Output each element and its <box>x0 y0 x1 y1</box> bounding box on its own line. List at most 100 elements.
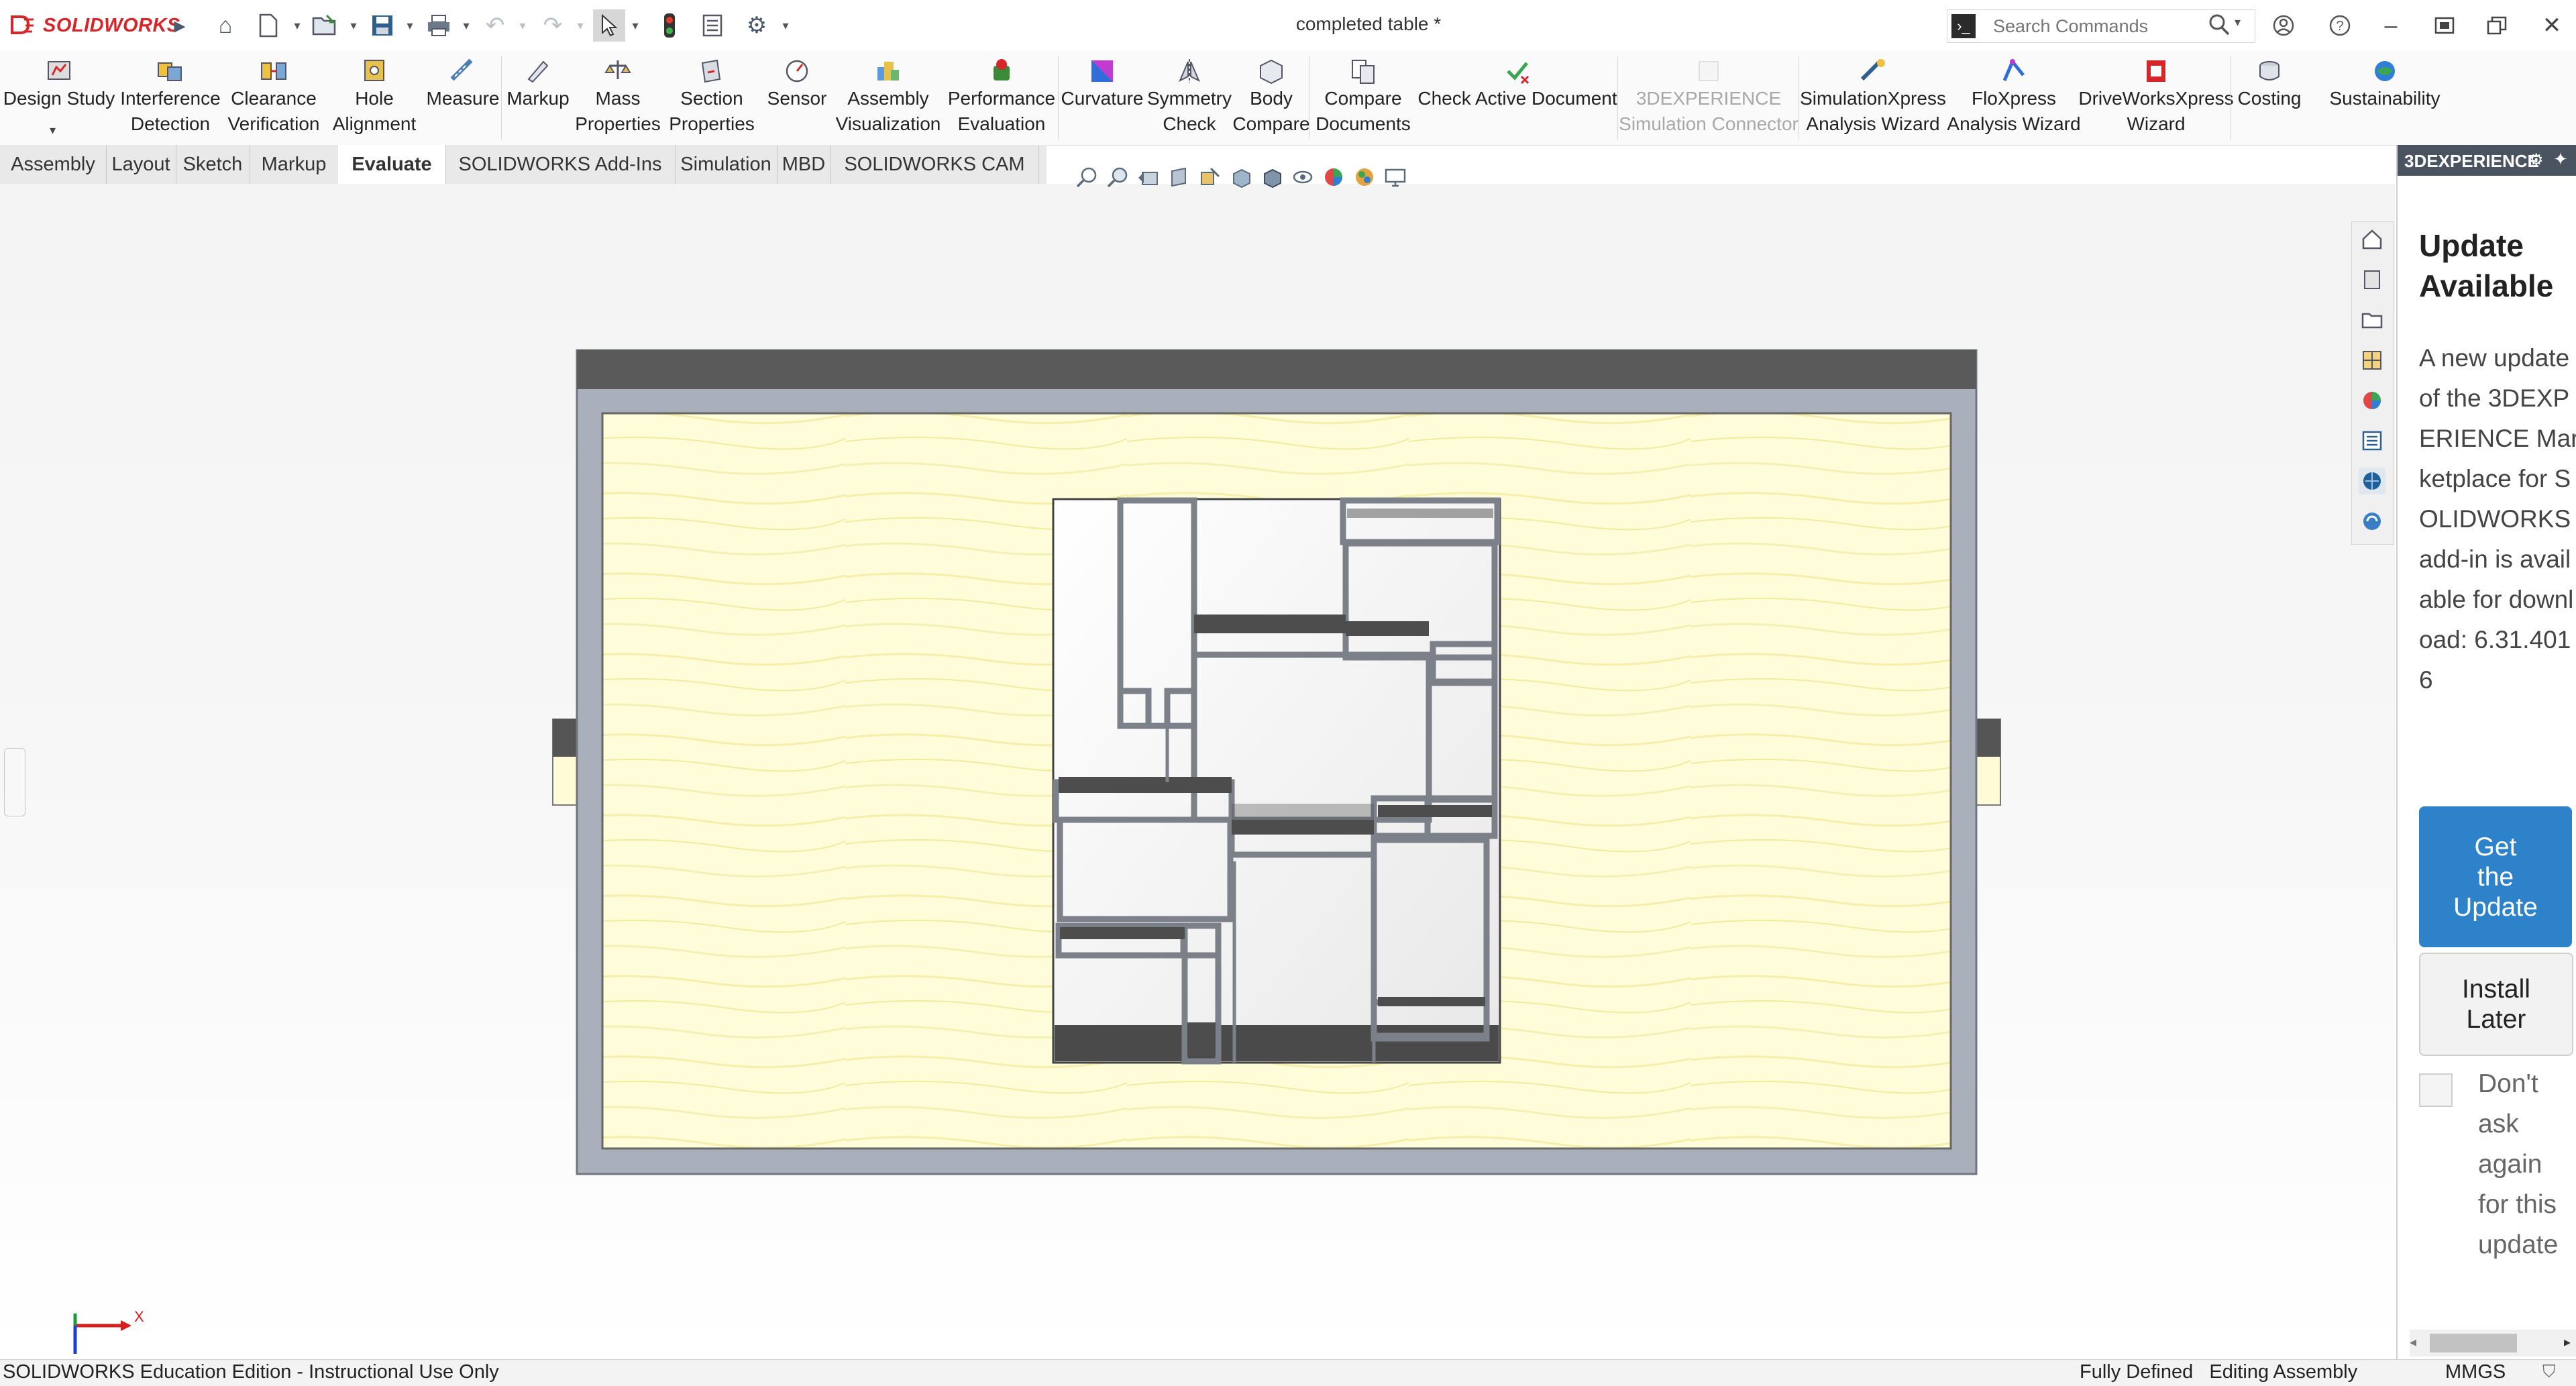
tool-mass-properties[interactable]: Mass Properties <box>574 51 661 145</box>
new-dropdown-icon[interactable]: ▾ <box>290 13 305 38</box>
tool-interference[interactable]: Interference Detection <box>118 51 223 145</box>
search-icon[interactable] <box>2208 13 2235 40</box>
tool-check-document[interactable]: Check Active Document <box>1417 51 1618 145</box>
tool-measure[interactable]: Measure <box>424 51 502 145</box>
graphics-area[interactable]: X <box>0 167 2395 1359</box>
open-dropdown-icon[interactable]: ▾ <box>346 13 361 38</box>
get-update-button[interactable]: Get the Update <box>2419 806 2572 947</box>
search-box[interactable]: ›_ ▾ <box>1947 9 2255 43</box>
zoom-area-icon[interactable] <box>1104 164 1131 191</box>
tool-simulationxpress[interactable]: SimulationXpress Analysis Wizard <box>1799 51 1947 145</box>
tool-compare-documents[interactable]: Compare Documents <box>1309 51 1417 145</box>
tab-mbd[interactable]: MBD <box>777 145 831 184</box>
select-icon[interactable] <box>593 9 625 42</box>
scroll-right-icon[interactable]: ▸ <box>2564 1334 2571 1350</box>
redo-icon[interactable]: ↷ <box>537 9 569 42</box>
command-prompt-icon: ›_ <box>1951 14 1976 38</box>
tool-sensor[interactable]: Sensor <box>762 51 832 145</box>
tab-assembly[interactable]: Assembly <box>0 145 107 184</box>
dynamic-annotation-icon[interactable] <box>1197 164 1224 191</box>
solidworks-resources-icon[interactable] <box>2359 226 2385 253</box>
display-style-icon[interactable] <box>1258 164 1285 191</box>
help-icon[interactable]: ? <box>2321 9 2359 42</box>
tool-hole-alignment[interactable]: Hole Alignment <box>325 51 424 145</box>
hide-show-icon[interactable] <box>1289 164 1316 191</box>
rebuild-icon[interactable] <box>653 9 686 42</box>
feature-tree-handle[interactable] <box>4 748 25 816</box>
solidworks-forum-icon[interactable] <box>2359 508 2385 535</box>
tool-clearance[interactable]: Clearance Verification <box>223 51 325 145</box>
driveworks-icon <box>2141 56 2171 86</box>
options-gear-icon[interactable]: ⚙ <box>741 9 773 42</box>
tab-solidworks-cam[interactable]: SOLIDWORKS CAM <box>830 145 1039 184</box>
print-dropdown-icon[interactable]: ▾ <box>459 13 474 38</box>
install-later-button[interactable]: Install Later <box>2419 953 2573 1056</box>
undo-dropdown-icon[interactable]: ▾ <box>515 13 530 38</box>
tab-sketch[interactable]: Sketch <box>176 145 250 184</box>
print-icon[interactable] <box>423 9 455 42</box>
undo-icon[interactable]: ↶ <box>479 9 511 42</box>
tool-assembly-visualization[interactable]: Assembly Visualization <box>832 51 945 145</box>
zoom-to-fit-icon[interactable] <box>1073 164 1100 191</box>
search-dropdown-icon[interactable]: ▾ <box>2235 15 2241 30</box>
design-study-dropdown-icon[interactable]: ▾ <box>50 123 56 138</box>
previous-view-icon[interactable] <box>1135 164 1162 191</box>
custom-properties-icon[interactable] <box>2359 427 2385 454</box>
dont-ask-checkbox[interactable] <box>2419 1073 2453 1107</box>
expand-menu-icon[interactable]: ▸ <box>164 9 196 42</box>
table-model[interactable] <box>0 184 2395 1359</box>
tool-sustainability[interactable]: Sustainability <box>2308 51 2462 145</box>
redo-dropdown-icon[interactable]: ▾ <box>573 13 588 38</box>
new-document-icon[interactable] <box>252 9 284 42</box>
tool-curvature[interactable]: Curvature <box>1059 51 1146 145</box>
scroll-left-icon[interactable]: ◂ <box>2410 1334 2416 1350</box>
open-icon[interactable] <box>309 9 341 42</box>
rebuild-status-icon[interactable]: ⛉ <box>2542 1361 2556 1383</box>
tool-section-properties[interactable]: Section Properties <box>661 51 762 145</box>
assembly-visualization-icon <box>873 56 903 86</box>
tool-markup[interactable]: Markup <box>502 51 574 145</box>
save-icon[interactable] <box>366 9 398 42</box>
apply-scene-icon[interactable] <box>1351 164 1378 191</box>
tab-solidworks-add-ins[interactable]: SOLIDWORKS Add-Ins <box>445 145 676 184</box>
tab-layout[interactable]: Layout <box>106 145 176 184</box>
view-orientation-icon[interactable] <box>1228 164 1254 191</box>
task-pane-scrollbar[interactable]: ◂ ▸ <box>2410 1330 2576 1356</box>
design-library-icon[interactable] <box>2359 266 2385 293</box>
units-selector[interactable]: MMGS <box>2445 1361 2506 1383</box>
tool-driveworks[interactable]: DriveWorksXpress Wizard <box>2078 51 2234 145</box>
view-palette-icon[interactable] <box>2359 347 2385 374</box>
restore-panel-icon[interactable] <box>2426 9 2463 42</box>
file-explorer-icon[interactable] <box>2359 307 2385 333</box>
tab-markup[interactable]: Markup <box>250 145 339 184</box>
home-icon[interactable]: ⌂ <box>209 9 241 42</box>
tool-costing[interactable]: Costing <box>2231 51 2308 145</box>
scroll-thumb[interactable] <box>2430 1334 2517 1352</box>
file-properties-icon[interactable] <box>696 9 729 42</box>
appearances-icon[interactable] <box>2359 387 2385 414</box>
task-pane-options-icon[interactable]: ⚙ <box>2529 150 2544 170</box>
pin-icon[interactable]: ✦ <box>2553 149 2568 170</box>
minimize-icon[interactable]: – <box>2372 9 2410 42</box>
maximize-icon[interactable] <box>2478 9 2516 42</box>
options-dropdown-icon[interactable]: ▾ <box>778 13 793 38</box>
tool-floxpress[interactable]: FloXpress Analysis Wizard <box>1947 51 2081 145</box>
save-dropdown-icon[interactable]: ▾ <box>402 13 417 38</box>
section-view-icon[interactable] <box>1166 164 1193 191</box>
solidworks-logo[interactable]: SOLIDWORKS <box>9 12 180 39</box>
search-input[interactable] <box>1992 10 2196 42</box>
hole-alignment-icon <box>360 56 389 86</box>
tool-design-study[interactable]: Design Study <box>0 51 118 145</box>
edit-appearance-icon[interactable] <box>1320 164 1347 191</box>
user-account-icon[interactable] <box>2265 9 2302 42</box>
tool-symmetry[interactable]: Symmetry Check <box>1146 51 1233 145</box>
tab-evaluate[interactable]: Evaluate <box>338 145 446 184</box>
view-settings-icon[interactable] <box>1382 164 1409 191</box>
close-icon[interactable]: ✕ <box>2533 9 2571 42</box>
select-dropdown-icon[interactable]: ▾ <box>628 13 643 38</box>
tool-performance[interactable]: Performance Evaluation <box>945 51 1059 145</box>
3dexperience-marketplace-icon[interactable] <box>2359 468 2385 494</box>
tool-body-compare[interactable]: Body Compare <box>1232 51 1310 145</box>
tab-simulation[interactable]: Simulation <box>675 145 777 184</box>
tool-label: Measure <box>426 88 500 109</box>
